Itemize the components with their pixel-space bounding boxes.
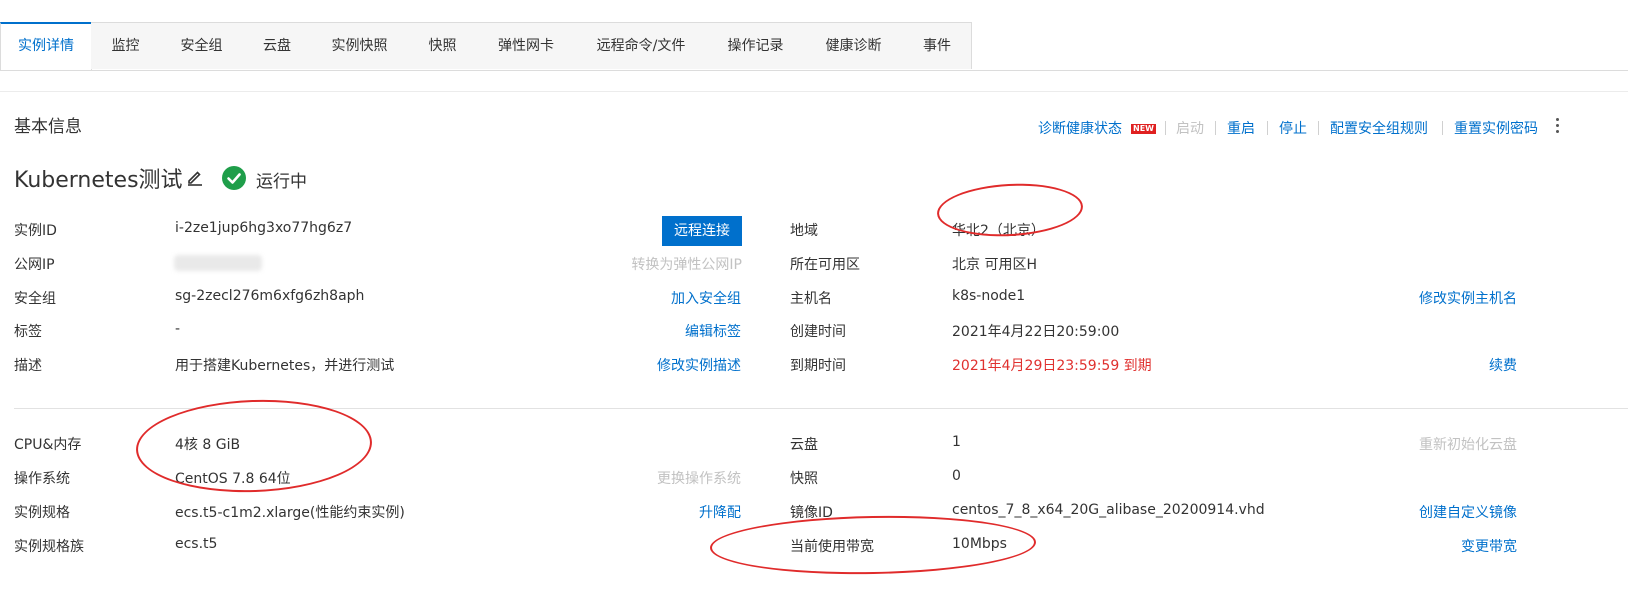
tab-instance-snapshots[interactable]: 实例快照 xyxy=(311,22,409,69)
reinit-disk-link[interactable]: 重新初始化云盘 xyxy=(1419,434,1517,454)
edit-hostname-link[interactable]: 修改实例主机名 xyxy=(1419,288,1517,308)
section-divider xyxy=(14,408,1628,409)
new-badge: NEW xyxy=(1131,124,1156,134)
edit-description-link[interactable]: 修改实例描述 xyxy=(657,355,741,375)
action-separator xyxy=(1267,121,1268,135)
tab-health-diagnosis[interactable]: 健康诊断 xyxy=(804,22,904,69)
zone-value: 北京 可用区H xyxy=(952,257,1037,273)
change-os-link[interactable]: 更换操作系统 xyxy=(657,468,741,488)
upgrade-downgrade-link[interactable]: 升降配 xyxy=(699,502,741,522)
created-label: 创建时间 xyxy=(790,324,846,340)
spec-family-value: ecs.t5 xyxy=(175,536,218,552)
pencil-icon[interactable] xyxy=(186,168,204,186)
snapshot-value: 0 xyxy=(952,468,961,484)
os-value: CentOS 7.8 64位 xyxy=(175,471,291,487)
spec-value: ecs.t5-c1m2.xlarge(性能约束实例) xyxy=(175,505,405,521)
public-ip-label: 公网IP xyxy=(14,257,55,273)
tab-security-group[interactable]: 安全组 xyxy=(160,22,244,69)
spec-family-label: 实例规格族 xyxy=(14,539,84,555)
region-label: 地域 xyxy=(790,223,818,239)
tab-events[interactable]: 事件 xyxy=(903,22,972,69)
description-label: 描述 xyxy=(14,358,42,374)
tab-snapshots[interactable]: 快照 xyxy=(408,22,478,69)
instance-name: Kubernetes测试 xyxy=(14,168,183,193)
start-button[interactable]: 启动 xyxy=(1176,118,1204,138)
tab-disks[interactable]: 云盘 xyxy=(243,22,312,69)
security-group-value: sg-2zecl276m6xfg6zh8aph xyxy=(175,288,365,304)
instance-id-value: i-2ze1jup6hg3xo77hg6z7 xyxy=(175,220,353,236)
more-vertical-icon[interactable] xyxy=(1556,118,1560,136)
tab-operation-log[interactable]: 操作记录 xyxy=(707,22,805,69)
tags-label: 标签 xyxy=(14,324,42,340)
action-separator xyxy=(1215,121,1216,135)
convert-eip-link[interactable]: 转换为弹性公网IP xyxy=(631,254,742,274)
action-bar: 诊断健康状态 NEW 启动 重启 停止 配置安全组规则 重置实例密码 xyxy=(0,118,1628,142)
tab-instance-details[interactable]: 实例详情 xyxy=(0,22,92,70)
tab-monitoring[interactable]: 监控 xyxy=(91,22,161,69)
reset-password-link[interactable]: 重置实例密码 xyxy=(1454,118,1538,138)
created-value: 2021年4月22日20:59:00 xyxy=(952,324,1120,340)
snapshot-label: 快照 xyxy=(790,471,818,487)
os-label: 操作系统 xyxy=(14,471,70,487)
remote-connect-button[interactable]: 远程连接 xyxy=(662,216,742,246)
disk-value: 1 xyxy=(952,434,961,450)
restart-button[interactable]: 重启 xyxy=(1227,118,1255,138)
cpu-memory-label: CPU&内存 xyxy=(14,437,82,453)
change-bandwidth-link[interactable]: 变更带宽 xyxy=(1461,536,1517,556)
expire-value: 2021年4月29日23:59:59 到期 xyxy=(952,358,1152,374)
bandwidth-label: 当前使用带宽 xyxy=(790,539,874,555)
tags-value: - xyxy=(175,321,181,337)
spec-label: 实例规格 xyxy=(14,505,70,521)
description-value: 用于搭建Kubernetes，并进行测试 xyxy=(175,358,395,374)
tab-eni[interactable]: 弹性网卡 xyxy=(477,22,576,69)
action-separator xyxy=(1442,121,1443,135)
disk-label: 云盘 xyxy=(790,437,818,453)
stop-button[interactable]: 停止 xyxy=(1279,118,1307,138)
config-security-group-link[interactable]: 配置安全组规则 xyxy=(1330,118,1428,138)
action-separator xyxy=(1165,121,1166,135)
tab-bar: 实例详情 监控 安全组 云盘 实例快照 快照 弹性网卡 远程命令/文件 操作记录… xyxy=(0,22,1628,71)
public-ip-value-redacted xyxy=(174,255,262,271)
tab-remote-command[interactable]: 远程命令/文件 xyxy=(575,22,708,69)
renew-link[interactable]: 续费 xyxy=(1489,355,1517,375)
check-circle-icon xyxy=(222,166,246,190)
security-group-label: 安全组 xyxy=(14,291,56,307)
header-divider xyxy=(0,91,1628,92)
region-value: 华北2（北京） xyxy=(952,223,1045,239)
image-id-value: centos_7_8_x64_20G_alibase_20200914.vhd xyxy=(952,502,1265,518)
diagnose-health-link[interactable]: 诊断健康状态 xyxy=(1038,118,1122,138)
instance-id-label: 实例ID xyxy=(14,223,57,239)
edit-tags-link[interactable]: 编辑标签 xyxy=(685,321,741,341)
status-text: 运行中 xyxy=(256,172,307,192)
hostname-value: k8s-node1 xyxy=(952,288,1026,304)
image-id-label: 镜像ID xyxy=(790,505,833,521)
create-image-link[interactable]: 创建自定义镜像 xyxy=(1419,502,1517,522)
expire-label: 到期时间 xyxy=(790,358,846,374)
join-security-group-link[interactable]: 加入安全组 xyxy=(671,288,741,308)
bandwidth-value: 10Mbps xyxy=(952,536,1007,552)
action-separator xyxy=(1318,121,1319,135)
cpu-memory-value: 4核 8 GiB xyxy=(175,437,241,453)
zone-label: 所在可用区 xyxy=(790,257,860,273)
hostname-label: 主机名 xyxy=(790,291,832,307)
